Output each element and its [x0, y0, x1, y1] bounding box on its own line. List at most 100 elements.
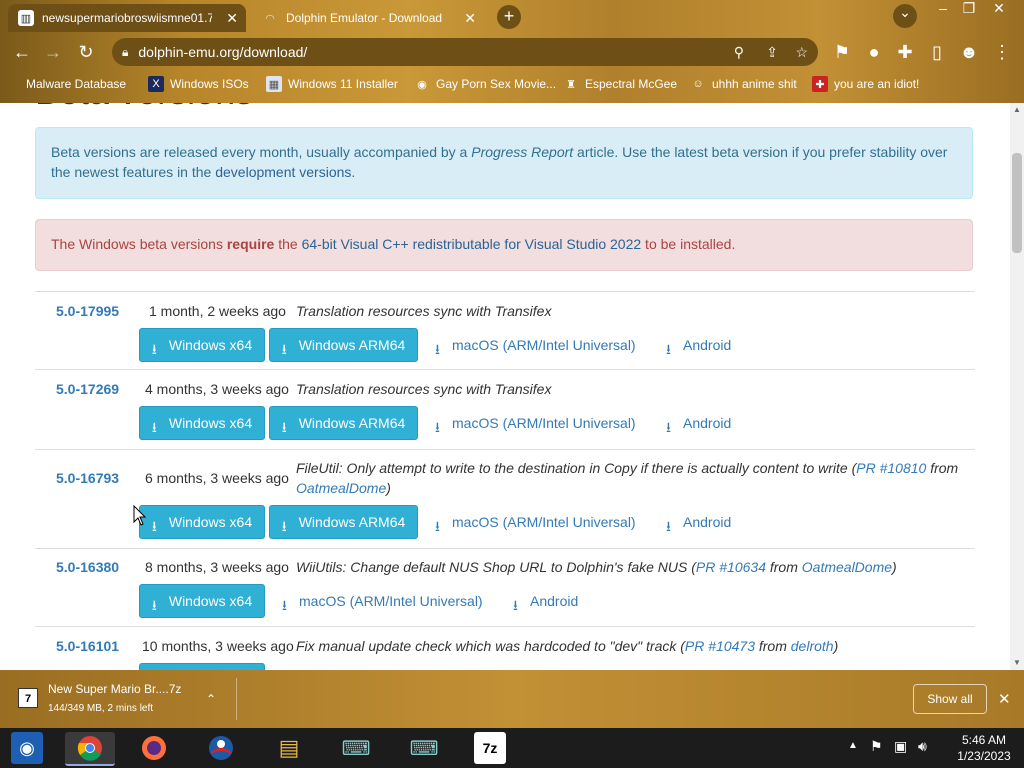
- bookmark-label: uhhh anime shit: [712, 77, 797, 91]
- firefox-logo-icon: [142, 736, 166, 760]
- bookmark-movie[interactable]: ◉ Gay Porn Sex Movie...: [414, 74, 556, 94]
- firefox-icon[interactable]: [138, 732, 170, 764]
- side-panel-icon[interactable]: ▯: [925, 40, 949, 64]
- version-link[interactable]: 5.0-17995: [56, 303, 119, 319]
- version-link[interactable]: 5.0-16793: [56, 470, 119, 486]
- zoom-icon[interactable]: ⚲: [734, 44, 744, 61]
- download-android-link[interactable]: ⭳ Android: [666, 514, 732, 534]
- download-android-link[interactable]: ⭳ Android: [666, 415, 731, 435]
- show-hidden-icons-icon[interactable]: ▲: [848, 740, 858, 751]
- bookmark-windows-isos[interactable]: X Windows ISOs: [148, 74, 249, 94]
- release-description: Fix manual update check which was hardco…: [296, 636, 838, 656]
- download-windows-arm64-button[interactable]: ⭳ Windows ARM64: [269, 328, 418, 362]
- address-bar[interactable]: 🔒︎ dolphin-emu.org/download/ ⚲ ⇪ ☆: [112, 38, 818, 66]
- pr-link[interactable]: PR #10810: [856, 460, 926, 476]
- 7zip-file-icon: 7: [18, 688, 38, 708]
- tab-dolphin-download[interactable]: ◠ Dolphin Emulator - Download ✕: [252, 4, 484, 32]
- profile-icon[interactable]: ☻: [957, 40, 981, 64]
- download-android-link[interactable]: ⭳ Android: [513, 593, 579, 613]
- bookmark-anime[interactable]: ☺ uhhh anime shit: [690, 74, 797, 94]
- scroll-thumb[interactable]: [1012, 153, 1022, 253]
- installer-icon[interactable]: ⌨: [408, 732, 440, 764]
- volume-icon[interactable]: 🔊︎: [918, 738, 927, 755]
- back-icon[interactable]: ←: [10, 40, 34, 64]
- description-text: FileUtil: Only attempt to write to the d…: [296, 460, 857, 476]
- alert-strong: require: [226, 236, 275, 252]
- button-label: Windows x64: [168, 415, 253, 431]
- download-windows-arm64-button[interactable]: ⭳ Windows ARM64: [269, 406, 418, 440]
- forward-icon[interactable]: →: [41, 40, 65, 64]
- development-versions-link[interactable]: development versions: [215, 164, 351, 180]
- version-link[interactable]: 5.0-16380: [56, 559, 119, 575]
- version-link[interactable]: 5.0-16101: [56, 638, 119, 654]
- 7zip-icon[interactable]: 7z: [474, 732, 506, 764]
- page-content: Beta versions Beta versions are released…: [0, 103, 1010, 670]
- system-clock[interactable]: 5:46 AM 1/23/2023: [944, 732, 1024, 764]
- description-text: Fix manual update check which was hardco…: [296, 638, 685, 654]
- globe-icon: ◉: [417, 78, 427, 91]
- vc-redist-link[interactable]: 64-bit Visual C++ redistributable for Vi…: [302, 236, 642, 252]
- download-android-link[interactable]: ⭳ Android: [666, 337, 731, 357]
- bookmark-windows-11-installer[interactable]: ▦ Windows 11 Installer: [266, 74, 398, 94]
- bookmark-star-icon[interactable]: ☆: [795, 44, 808, 61]
- author-link[interactable]: OatmealDome: [802, 559, 892, 575]
- version-link[interactable]: 5.0-17269: [56, 381, 119, 397]
- tab-title: newsupermariobroswiismne01.7z d: [42, 11, 212, 25]
- obama-campaign-icon[interactable]: [205, 732, 237, 764]
- pr-link[interactable]: PR #10634: [696, 559, 766, 575]
- link-label: Android: [530, 593, 579, 609]
- download-macos-link[interactable]: ⭳ macOS (ARM/Intel Universal): [435, 415, 636, 435]
- menu-icon[interactable]: ⋮: [990, 40, 1014, 64]
- file-explorer-icon[interactable]: ▤: [273, 732, 305, 764]
- download-windows-x64-button[interactable]: ⭳ Windows x64: [139, 406, 265, 440]
- show-all-button[interactable]: Show all: [913, 684, 987, 714]
- download-windows-x64-button-partial[interactable]: [139, 663, 265, 670]
- close-tab-icon[interactable]: ✕: [226, 10, 238, 27]
- close-download-bar-icon[interactable]: ✕: [998, 690, 1011, 708]
- divider: [35, 291, 975, 292]
- download-macos-link[interactable]: ⭳ macOS (ARM/Intel Universal): [435, 514, 636, 534]
- tab-search-icon[interactable]: ⌄: [893, 4, 917, 28]
- extensions-puzzle-icon[interactable]: ✚: [893, 40, 917, 64]
- start-orb-icon[interactable]: ◉: [11, 732, 43, 764]
- close-tab-icon[interactable]: ✕: [464, 10, 476, 27]
- x-icon: X: [148, 76, 164, 92]
- download-windows-arm64-button[interactable]: ⭳ Windows ARM64: [269, 505, 418, 539]
- browser-chrome: ▥ newsupermariobroswiismne01.7z d ✕ ◠ Do…: [0, 0, 1024, 103]
- bookmark-idiot[interactable]: ✚ you are an idiot!: [812, 74, 919, 94]
- scroll-up-icon[interactable]: ▲: [1013, 105, 1021, 114]
- installer-icon[interactable]: ⌨: [340, 732, 372, 764]
- author-link[interactable]: OatmealDome: [296, 480, 386, 496]
- bookmark-espectral-mcgee[interactable]: ♜ Espectral McGee: [563, 74, 677, 94]
- link-label: Android: [683, 514, 732, 530]
- bookmark-malware-database[interactable]: Malware Database: [18, 74, 126, 94]
- download-icon: ⭳: [435, 518, 440, 534]
- restore-icon[interactable]: ❐: [954, 0, 984, 18]
- close-window-icon[interactable]: ✕: [984, 0, 1014, 18]
- extension-avatar-icon[interactable]: ●: [862, 40, 886, 64]
- share-icon[interactable]: ⇪: [766, 44, 778, 61]
- page-scrollbar[interactable]: ▲ ▼: [1010, 103, 1024, 670]
- chevron-up-icon[interactable]: ⌃: [206, 692, 216, 706]
- scroll-down-icon[interactable]: ▼: [1013, 658, 1021, 667]
- extension-flag-icon[interactable]: ⚑: [830, 40, 854, 64]
- new-tab-button[interactable]: +: [497, 5, 521, 29]
- blank-icon: [18, 76, 20, 92]
- download-icon: ⭳: [666, 341, 671, 357]
- info-alert: Beta versions are released every month, …: [35, 127, 973, 199]
- download-macos-link[interactable]: ⭳ macOS (ARM/Intel Universal): [435, 337, 636, 357]
- download-file-name[interactable]: New Super Mario Br....7z: [48, 682, 181, 696]
- chrome-icon[interactable]: [65, 732, 115, 766]
- download-icon: ⭳: [435, 341, 440, 357]
- action-center-flag-icon[interactable]: ⚑: [870, 738, 883, 755]
- tab-download-file[interactable]: ▥ newsupermariobroswiismne01.7z d ✕: [8, 4, 246, 32]
- download-macos-link[interactable]: ⭳ macOS (ARM/Intel Universal): [282, 593, 483, 613]
- download-windows-x64-button[interactable]: ⭳ Windows x64: [139, 584, 265, 618]
- pr-link[interactable]: PR #10473: [685, 638, 755, 654]
- download-windows-x64-button[interactable]: ⭳ Windows x64: [139, 328, 265, 362]
- network-icon[interactable]: ▣: [894, 738, 907, 755]
- download-windows-x64-button[interactable]: ⭳ Windows x64: [139, 505, 265, 539]
- download-icon: ⭳: [151, 419, 157, 435]
- author-link[interactable]: delroth: [791, 638, 834, 654]
- reload-icon[interactable]: ↻: [74, 40, 98, 64]
